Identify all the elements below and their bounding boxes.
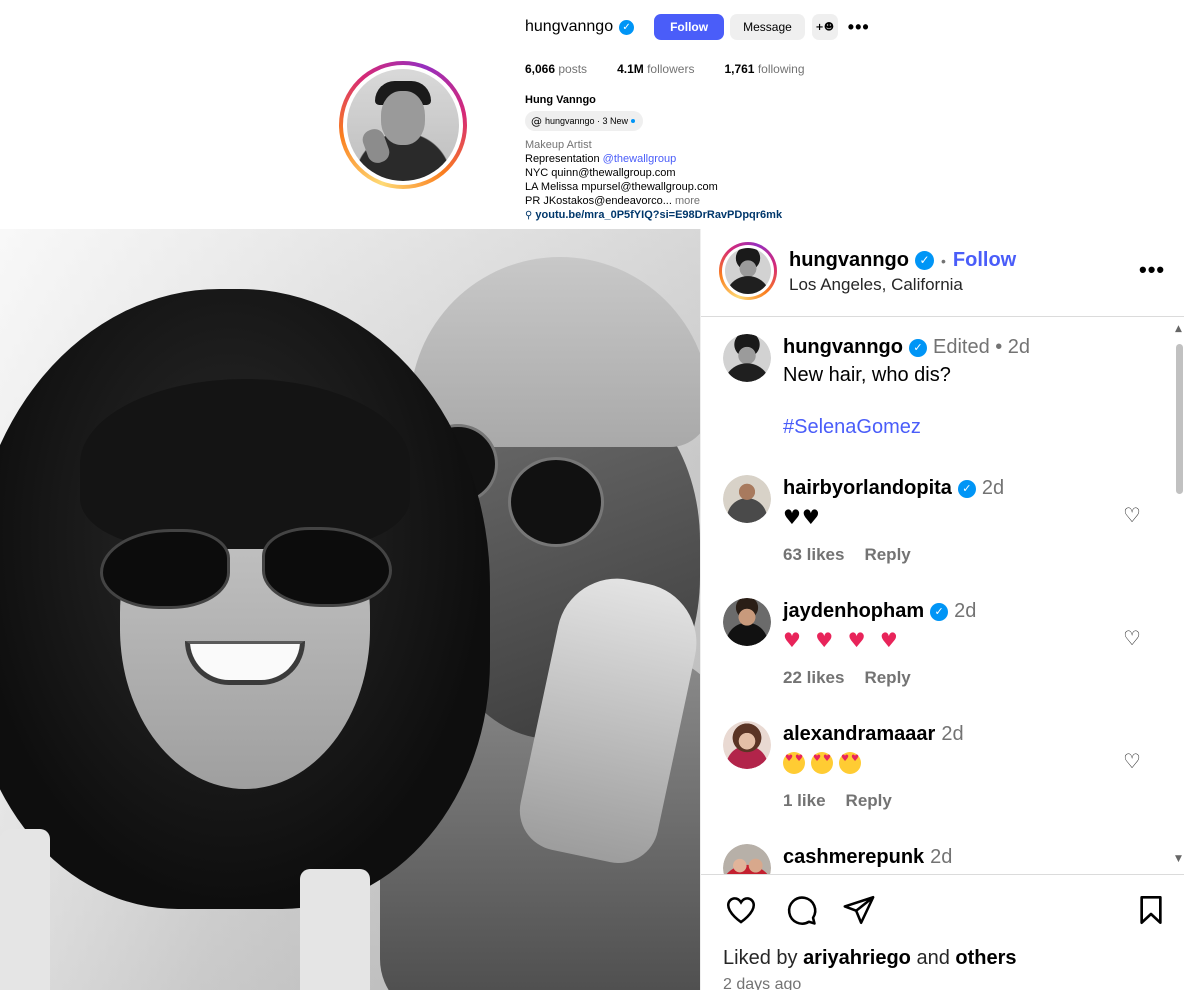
verified-icon: ✓ bbox=[914, 251, 934, 270]
bio-link[interactable]: ⚲ youtu.be/mra_0P5fYIQ?si=E98DrRavPDpqr6… bbox=[525, 208, 782, 223]
bio-line-pr: PR JKostakos@endeavorco... more bbox=[525, 195, 701, 207]
verified-icon: ✓ bbox=[957, 479, 976, 498]
bio-line-la: LA Melissa mpursel@thewallgroup.com bbox=[525, 181, 718, 193]
reply-button[interactable]: Reply bbox=[864, 545, 910, 565]
post-author-row: hungvanngo ✓ • Follow bbox=[789, 249, 1016, 272]
bio-representation: Representation @thewallgroup bbox=[525, 153, 677, 165]
list-item: cashmerepunk 2d bbox=[723, 844, 1163, 874]
comments-scrollbar[interactable]: ▲ ▼ bbox=[1173, 318, 1184, 874]
post-panel: hungvanngo ✓ • Follow Los Angeles, Calif… bbox=[700, 229, 1184, 990]
verified-icon: ✓ bbox=[908, 338, 927, 357]
follow-button[interactable]: Follow bbox=[654, 14, 725, 40]
avatar[interactable] bbox=[723, 334, 771, 382]
comment-likes[interactable]: 1 like bbox=[783, 791, 826, 811]
comment-icon[interactable] bbox=[783, 893, 819, 927]
threads-icon: @ bbox=[531, 114, 542, 128]
bio-category: Makeup Artist bbox=[525, 139, 592, 151]
caption-meta: Edited • 2d bbox=[932, 336, 1031, 358]
comment-time: 2d bbox=[954, 600, 977, 622]
comment-username[interactable]: alexandramaaar bbox=[783, 723, 935, 746]
profile-username: hungvanngo bbox=[525, 18, 614, 35]
more-icon[interactable]: ••• bbox=[848, 18, 870, 36]
scroll-thumb[interactable] bbox=[1176, 344, 1183, 494]
avatar[interactable] bbox=[723, 721, 771, 769]
reply-button[interactable]: Reply bbox=[846, 791, 892, 811]
heart-eyes-emoji-icon bbox=[811, 751, 833, 774]
post-header: hungvanngo ✓ • Follow Los Angeles, Calif… bbox=[701, 229, 1184, 317]
comment-time: 2d bbox=[981, 477, 1005, 499]
heart-eyes-emoji-icon bbox=[783, 751, 805, 774]
heart-icon[interactable]: ♡ bbox=[1123, 626, 1141, 650]
followers-count[interactable]: 4.1M followers bbox=[617, 62, 694, 76]
avatar[interactable] bbox=[723, 598, 771, 646]
verified-icon: ✓ bbox=[930, 602, 949, 621]
heart-icon[interactable]: ♡ bbox=[1123, 749, 1141, 773]
caption-hashtag[interactable]: #SelenaGomez bbox=[783, 416, 921, 439]
liked-by-user[interactable]: ariyahriego bbox=[803, 947, 911, 969]
new-dot bbox=[631, 119, 636, 123]
post-author-avatar[interactable] bbox=[719, 242, 777, 300]
bio-line-nyc: NYC quinn@thewallgroup.com bbox=[525, 167, 676, 179]
list-item: jaydenhopham ✓ 2d ♥ ♥ ♥ ♥ 22 likes Reply… bbox=[723, 598, 1163, 698]
profile-avatar-ring[interactable] bbox=[339, 61, 467, 189]
comment-likes[interactable]: 22 likes bbox=[783, 668, 844, 688]
heart-icon[interactable] bbox=[723, 893, 759, 927]
heart-icon[interactable]: ♡ bbox=[1123, 503, 1141, 527]
comment-text: ♥ ♥ ♥ ♥ bbox=[783, 628, 902, 652]
avatar[interactable] bbox=[723, 844, 771, 874]
bookmark-icon[interactable] bbox=[1135, 893, 1167, 927]
threads-badge-label: hungvanngo · 3 New bbox=[545, 116, 629, 126]
link-icon: ⚲ bbox=[525, 210, 533, 221]
comment-likes[interactable]: 63 likes bbox=[783, 545, 844, 565]
post-location[interactable]: Los Angeles, California bbox=[789, 275, 963, 295]
post-photo[interactable] bbox=[0, 229, 700, 990]
heart-eyes-emoji-icon bbox=[839, 751, 861, 774]
scroll-up-icon[interactable]: ▲ bbox=[1175, 324, 1182, 334]
bio-mention-link[interactable]: @thewallgroup bbox=[603, 153, 677, 165]
post-author-username[interactable]: hungvanngo bbox=[789, 249, 909, 272]
comment-time: 2d bbox=[930, 846, 953, 868]
caption-text: New hair, who dis? bbox=[783, 364, 951, 386]
reply-button[interactable]: Reply bbox=[864, 668, 910, 688]
verified-icon: ✓ bbox=[619, 19, 635, 35]
add-user-icon[interactable]: +☻ bbox=[811, 14, 838, 40]
comment-emoji bbox=[783, 751, 867, 774]
comment-username[interactable]: cashmerepunk bbox=[783, 846, 924, 869]
bio-more-link[interactable]: more bbox=[675, 195, 700, 207]
separator: • bbox=[940, 252, 946, 269]
more-icon[interactable]: ••• bbox=[1139, 257, 1165, 283]
comment-text: ♥♥ bbox=[783, 505, 821, 529]
post-time-ago: 2 days ago bbox=[723, 976, 802, 990]
profile-avatar bbox=[347, 69, 459, 181]
post-follow-button[interactable]: Follow bbox=[953, 249, 1016, 272]
post-actions: Liked by ariyahriego and others 2 days a… bbox=[701, 874, 1184, 990]
caption: hungvanngo ✓ Edited • 2d New hair, who d… bbox=[723, 334, 1163, 454]
liked-by-others[interactable]: others bbox=[955, 947, 1016, 969]
message-button[interactable]: Message bbox=[730, 14, 805, 40]
liked-by: Liked by ariyahriego and others bbox=[723, 947, 1017, 969]
profile-header: hungvanngo ✓ Follow Message +☻ ••• 6,066… bbox=[0, 0, 1184, 229]
comment-username[interactable]: hairbyorlandopita bbox=[783, 477, 952, 500]
following-count[interactable]: 1,761 following bbox=[724, 62, 804, 76]
comment-time: 2d bbox=[941, 723, 964, 745]
list-item: alexandramaaar 2d 1 like Reply ♡ bbox=[723, 721, 1163, 821]
comment-username[interactable]: jaydenhopham bbox=[783, 600, 924, 623]
posts-count: 6,066 posts bbox=[525, 62, 588, 76]
share-icon[interactable] bbox=[841, 893, 877, 927]
profile-stats: 6,066 posts 4.1M followers 1,761 followi… bbox=[525, 62, 835, 76]
comments-list[interactable]: hungvanngo ✓ Edited • 2d New hair, who d… bbox=[701, 318, 1184, 874]
profile-bio: Makeup Artist Representation @thewallgro… bbox=[525, 138, 782, 223]
avatar[interactable] bbox=[723, 475, 771, 523]
profile-top-row: hungvanngo ✓ Follow Message +☻ ••• bbox=[525, 14, 870, 40]
list-item: hairbyorlandopita ✓ 2d ♥♥ 63 likes Reply… bbox=[723, 475, 1163, 575]
caption-username[interactable]: hungvanngo bbox=[783, 336, 903, 359]
scroll-down-icon[interactable]: ▼ bbox=[1175, 854, 1182, 864]
threads-badge[interactable]: @ hungvanngo · 3 New bbox=[525, 111, 644, 131]
profile-full-name: Hung Vanngo bbox=[525, 94, 596, 106]
